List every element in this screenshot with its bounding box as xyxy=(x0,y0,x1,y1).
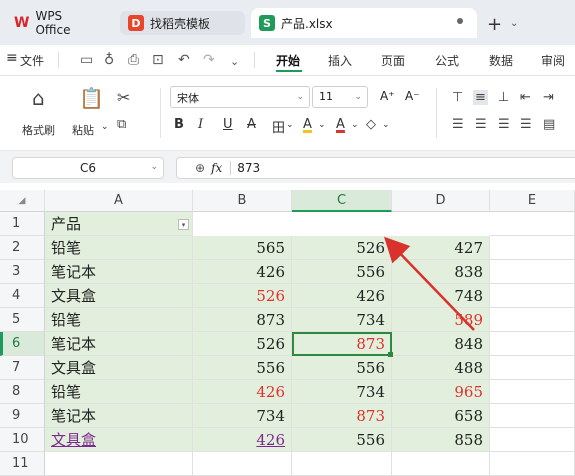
annotation-arrow xyxy=(384,236,475,331)
arrow-line xyxy=(384,236,475,331)
